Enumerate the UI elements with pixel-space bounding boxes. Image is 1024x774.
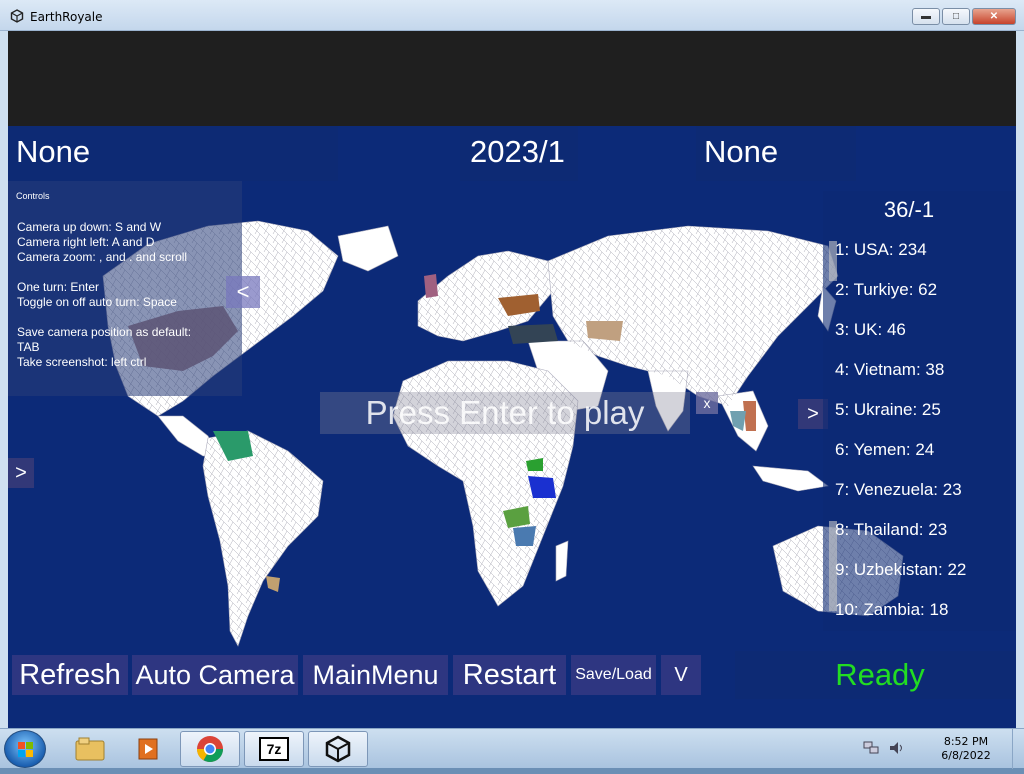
file-explorer-icon [75, 737, 105, 761]
taskbar-chrome[interactable] [180, 731, 240, 767]
ranking-item: 4: Vietnam: 38 [835, 360, 945, 379]
zambia-territory-2 [513, 526, 536, 546]
taskbar: 7z 8:52 PM 6/8/2022 [0, 728, 1024, 769]
7zip-label: 7z [266, 741, 282, 757]
collapse-controls-button[interactable]: < [226, 276, 260, 308]
controls-panel: Controls Camera up down: S and W Camera … [8, 181, 242, 396]
windows-start-button[interactable] [4, 730, 46, 768]
window-controls: ▬ □ ✕ [912, 8, 1016, 25]
taskbar-7zip[interactable]: 7z [244, 731, 304, 767]
minimize-button[interactable]: ▬ [912, 8, 940, 25]
expand-left-panel-button[interactable]: > [8, 458, 34, 488]
ranking-item: 2: Turkiye: 62 [835, 280, 938, 299]
minimize-icon: ▬ [921, 11, 931, 22]
refresh-button[interactable]: Refresh [12, 655, 128, 695]
indonesia-landmass [752, 465, 829, 492]
clock-time: 8:52 PM [943, 735, 989, 748]
network-icon[interactable] [862, 739, 880, 757]
status-text: Ready [835, 657, 925, 692]
controls-help-text: Camera up down: S and W Camera right lef… [17, 220, 192, 369]
volume-icon[interactable] [888, 739, 906, 757]
current-date: 2023/1 [470, 134, 565, 169]
media-player-icon [138, 738, 158, 760]
ranking-item: 10: Zambia: 18 [835, 600, 949, 619]
system-tray [862, 739, 906, 757]
window-title: EarthRoyale [30, 10, 103, 24]
controls-title: Controls [16, 191, 50, 201]
ranking-header: 36/-1 [883, 197, 935, 222]
taskbar-media-player[interactable] [120, 731, 180, 767]
maximize-button[interactable]: □ [942, 8, 970, 25]
left-country-panel: None [8, 126, 338, 181]
unity-icon [325, 735, 351, 763]
press-enter-banner[interactable]: Press Enter to play [320, 392, 690, 434]
uruguay-territory [266, 576, 280, 592]
greenland-landmass [337, 225, 399, 272]
main-menu-button[interactable]: MainMenu [303, 655, 448, 695]
right-country-panel: None [696, 126, 856, 181]
ranking-item: 6: Yemen: 24 [835, 440, 935, 459]
right-country-label: None [704, 134, 779, 169]
date-panel: 2023/1 [460, 126, 578, 181]
ranking-panel: 36/-1 1: USA: 234 2: Turkiye: 62 3: UK: … [823, 191, 1016, 631]
close-icon: ✕ [989, 11, 999, 22]
save-load-button[interactable]: Save/Load [571, 655, 656, 695]
ranking-item: 9: Uzbekistan: 22 [835, 560, 967, 579]
close-window-button[interactable]: ✕ [972, 8, 1016, 25]
maximize-icon: □ [952, 11, 960, 22]
app-window: EarthRoyale ▬ □ ✕ None 2023/1 None Contr… [0, 0, 1024, 728]
turkiye-territory [508, 324, 558, 344]
unity-logo-icon [10, 9, 24, 23]
dismiss-banner-button[interactable]: x [696, 392, 718, 414]
ranking-item: 7: Venezuela: 23 [835, 480, 962, 499]
title-bar[interactable]: EarthRoyale ▬ □ ✕ [0, 0, 1024, 31]
game-canvas[interactable]: None 2023/1 None Controls Camera up down… [8, 126, 1016, 728]
uzbekistan-territory [586, 321, 623, 341]
more-options-button[interactable]: V [661, 655, 701, 695]
left-country-label: None [16, 134, 91, 169]
restart-button[interactable]: Restart [453, 655, 566, 695]
ranking-item: 5: Ukraine: 25 [835, 400, 941, 419]
uk-territory [424, 274, 438, 298]
taskbar-unity[interactable] [308, 731, 368, 767]
ranking-item: 1: USA: 234 [835, 240, 927, 259]
chrome-icon [196, 736, 224, 763]
taskbar-clock[interactable]: 8:52 PM 6/8/2022 [926, 735, 1006, 763]
taskbar-file-explorer[interactable] [60, 731, 120, 767]
windows-start-icon [18, 742, 33, 757]
auto-camera-button[interactable]: Auto Camera [132, 655, 298, 695]
7zip-icon: 7z [259, 737, 289, 761]
clock-date: 6/8/2022 [941, 749, 991, 762]
show-desktop-button[interactable] [1012, 729, 1024, 769]
madagascar-landmass [555, 540, 569, 582]
ranking-item: 3: UK: 46 [835, 320, 906, 339]
status-panel: Ready [735, 651, 1016, 699]
ranking-item: 8: Thailand: 23 [835, 520, 948, 539]
game-viewport: None 2023/1 None Controls Camera up down… [8, 31, 1016, 728]
